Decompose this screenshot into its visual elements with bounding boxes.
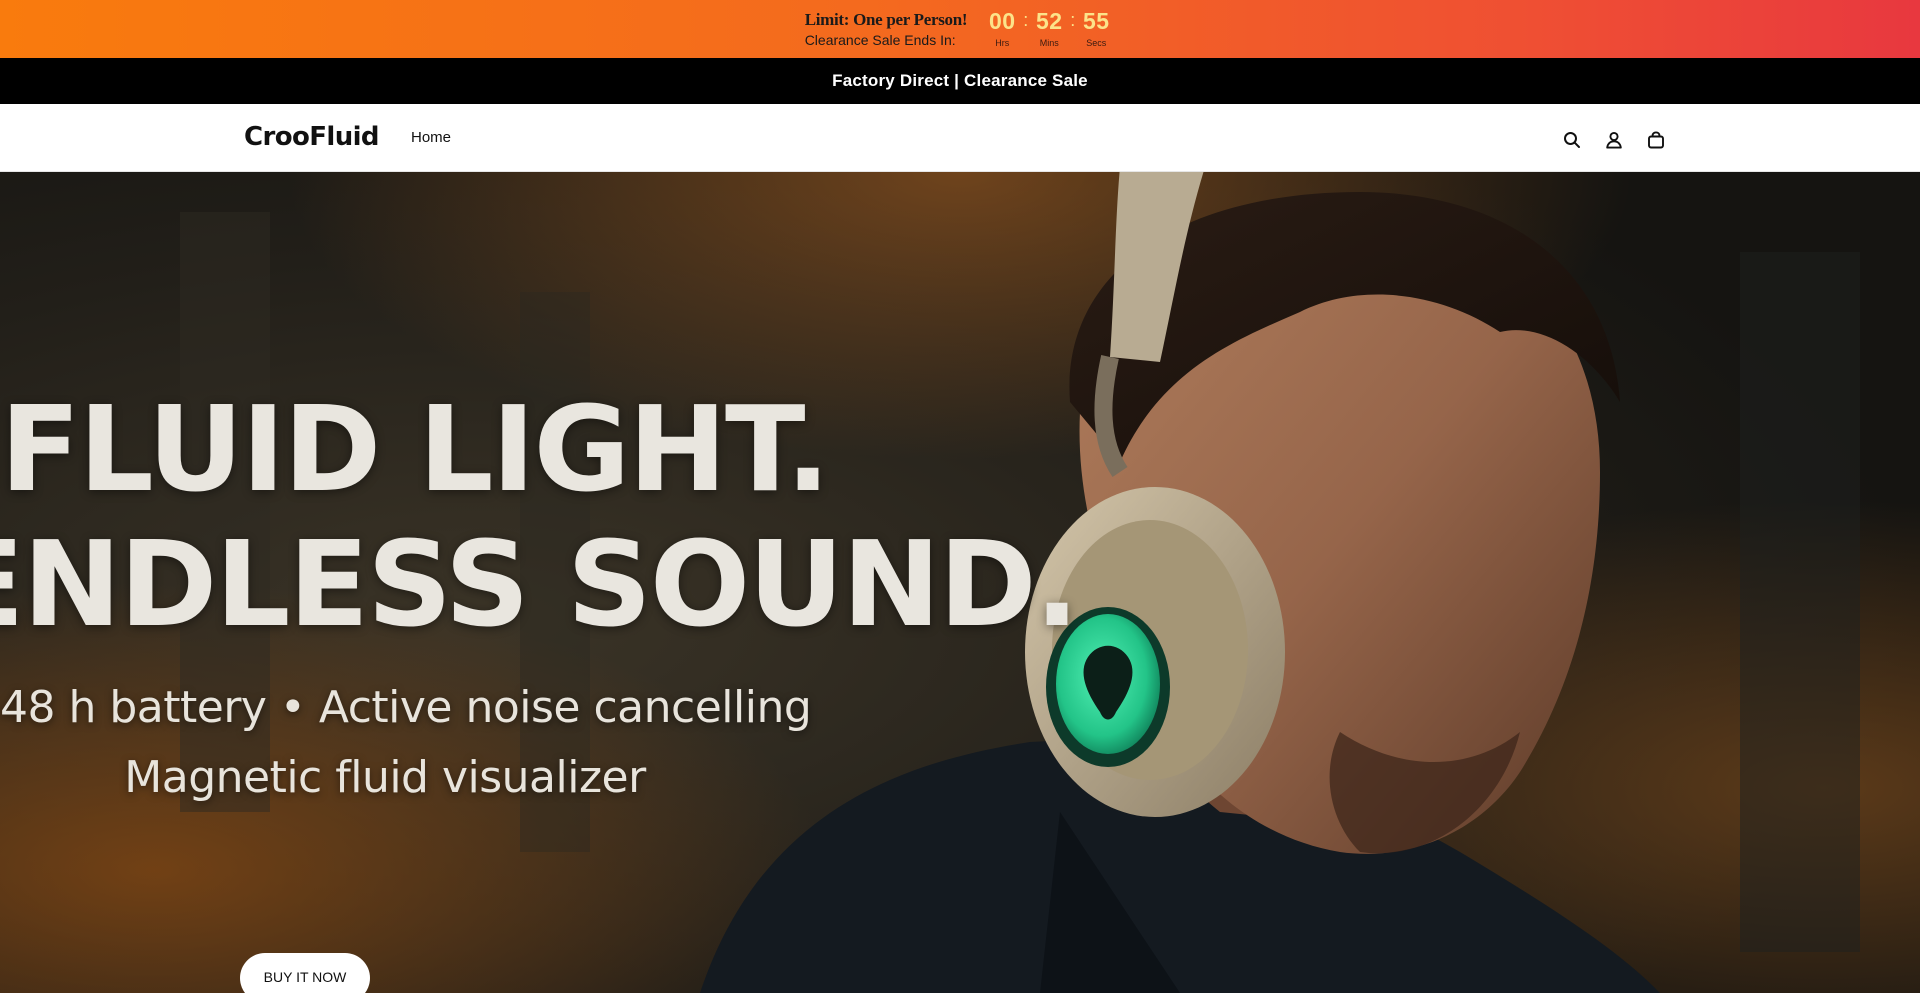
countdown-seconds: 55 Secs [1077,8,1115,49]
countdown-timer: 00 Hrs : 52 Mins : 55 Secs [983,8,1115,49]
seconds-label: Secs [1086,38,1107,48]
countdown-bar: Limit: One per Person! Clearance Sale En… [0,0,1920,58]
hours-label: Hrs [995,38,1010,48]
hero-headline-line2: ENDLESS SOUND. [0,515,1080,653]
countdown-text: Limit: One per Person! Clearance Sale En… [805,11,968,47]
store-logo[interactable]: CrooFluid [244,122,380,152]
hours-value: 00 [988,8,1016,34]
hero-headline-line1: FLUID LIGHT. [0,380,830,518]
countdown-separator: : [1070,10,1076,30]
hero-banner: FLUID LIGHT. ENDLESS SOUND. 48 h battery… [0,172,1920,993]
minutes-label: Mins [1039,38,1059,48]
buy-it-now-button[interactable]: BUY IT NOW [240,953,370,993]
announcement-bar: Factory Direct | Clearance Sale [0,58,1920,104]
nav-link-home[interactable]: Home [411,129,451,146]
site-header: CrooFluid Home [0,104,1920,172]
countdown-separator: : [1023,10,1029,30]
cart-icon[interactable] [1642,126,1670,154]
sale-ends-text: Clearance Sale Ends In: [804,32,956,48]
countdown-minutes: 52 Mins [1030,8,1068,49]
minutes-value: 52 [1036,8,1063,34]
account-icon[interactable] [1600,126,1628,154]
hero-subline-visualizer: Magnetic fluid visualizer [124,752,646,803]
header-icons [1558,126,1684,154]
search-icon[interactable] [1558,126,1586,154]
announcement-text: Factory Direct | Clearance Sale [832,71,1088,90]
countdown-hours: 00 Hrs [983,8,1021,49]
seconds-value: 55 [1083,8,1110,34]
hero-subline-features: 48 h battery • Active noise cancelling [0,682,812,733]
limit-text: Limit: One per Person! [804,10,968,29]
